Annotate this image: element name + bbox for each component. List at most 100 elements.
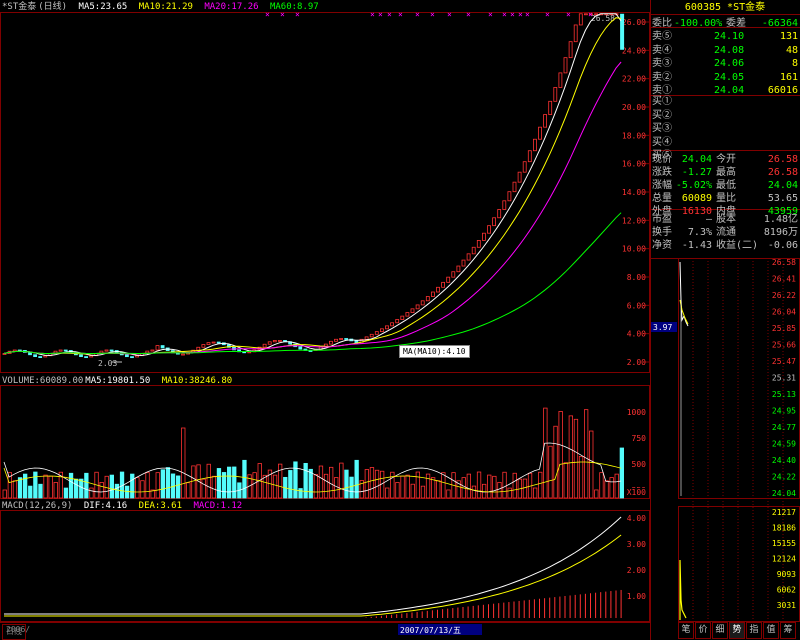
volume-bar (471, 485, 477, 499)
sell-price: 24.05 (714, 71, 745, 83)
event-marker: × (466, 10, 471, 19)
volume-bar (395, 482, 400, 499)
side-tab-3[interactable]: 势 (729, 622, 745, 639)
buy-row: 买① (650, 95, 800, 108)
candle (548, 100, 553, 115)
volume-bar (155, 472, 160, 499)
volume-bar (33, 471, 38, 499)
volume-bar (63, 487, 69, 499)
candle (385, 325, 389, 330)
stat2-row: 净资 -1.43 收益(二) -0.06 (650, 239, 800, 252)
candle (364, 336, 369, 340)
candle (405, 312, 410, 317)
volume-bar (252, 472, 257, 499)
intraday-price-label: 25.13 (772, 390, 796, 399)
stock-code: 600385 (684, 2, 722, 13)
event-marker: × (447, 10, 452, 19)
sell-level-label: 卖③ (652, 58, 672, 69)
ma60-label: MA60:8.97 (269, 2, 319, 12)
buy-row: 买③ (650, 122, 800, 135)
period-tab-daily[interactable]: 日线 (2, 624, 26, 640)
volume-bar (553, 425, 558, 499)
sell-price: 24.08 (714, 44, 745, 56)
volume-bar (160, 469, 166, 499)
side-tab-0[interactable]: 笔 (678, 622, 694, 639)
candle (196, 346, 201, 351)
weibi-label: 委比 (652, 18, 672, 29)
candle (502, 200, 507, 210)
side-tab-5[interactable]: 值 (763, 622, 779, 639)
volume-bar (17, 477, 23, 499)
side-tab-6[interactable]: 筹 (780, 622, 796, 639)
candle (492, 217, 497, 227)
stat-row: 现价 24.04 今开 26.58 (650, 153, 800, 166)
event-marker: × (398, 10, 403, 19)
volume-bar (186, 482, 191, 499)
candle (298, 346, 303, 350)
intraday-price-label: 24.04 (772, 489, 796, 498)
candle (497, 209, 502, 219)
stat-label: 市盈 (652, 214, 672, 225)
candle (395, 319, 400, 324)
candle (466, 253, 471, 261)
candle (79, 354, 83, 358)
candle (533, 138, 537, 152)
volume-bar (425, 473, 431, 499)
volume-bar (277, 463, 283, 499)
candle (334, 338, 338, 342)
volume-bar (318, 465, 324, 499)
price-axis-label: 16.00 (622, 160, 646, 169)
candle (553, 87, 558, 102)
volume-bar (22, 473, 28, 499)
volume-bar (12, 480, 18, 499)
candle (181, 353, 185, 356)
candle-last (620, 13, 625, 50)
volume-bar (446, 489, 451, 499)
side-tab-1[interactable]: 价 (695, 622, 711, 639)
stat-value: -0.06 (767, 240, 798, 251)
event-marker: × (370, 10, 375, 19)
macd-dif: DIF:4.16 (83, 501, 128, 511)
candle (517, 171, 522, 183)
intraday-price-label: 26.41 (772, 275, 796, 284)
ma10-tooltip: MA(MA10):4.10 (399, 345, 470, 358)
stat-value: — (705, 214, 712, 225)
volume-bar (68, 472, 74, 499)
candle (578, 13, 583, 26)
event-marker: × (387, 10, 392, 19)
stat-label: 最高 (716, 167, 736, 178)
candle (400, 315, 405, 320)
stat-label: 股本 (716, 214, 736, 225)
stat-label: 流通 (716, 227, 736, 238)
side-tab-2[interactable]: 细 (712, 622, 728, 639)
macd-header: MACD(12,26,9) DIF:4.16 DEA:3.61 MACD:1.1… (2, 500, 248, 512)
candle (125, 354, 129, 358)
volume-bar (298, 488, 303, 499)
volume-bar (573, 418, 579, 499)
volume-bar (165, 467, 171, 499)
volume-bar (303, 462, 308, 499)
volume-bar (507, 487, 512, 499)
candle (155, 345, 160, 351)
side-tab-4[interactable]: 指 (746, 622, 762, 639)
stat-row: 涨跌 -1.27 最高 26.58 (650, 166, 800, 179)
candle (430, 291, 435, 297)
candle (563, 57, 568, 74)
period-label: (日线) (38, 2, 68, 12)
volume-bar (89, 487, 94, 499)
volume-bar (74, 478, 79, 499)
stat-label: 最低 (716, 180, 736, 191)
volume-bar (2, 489, 7, 499)
volume-bar (232, 466, 237, 499)
stock-name: *ST金泰 (2, 2, 37, 12)
stat-label: 换手 (652, 227, 672, 238)
volume-bar (114, 483, 120, 499)
candle (441, 281, 446, 288)
candle (206, 342, 211, 345)
sell-price: 24.06 (714, 58, 745, 69)
volume-bar (589, 430, 594, 499)
candle (573, 24, 578, 43)
stat-label: 量比 (716, 193, 736, 204)
candle (451, 271, 456, 278)
volume-bar (578, 455, 584, 499)
